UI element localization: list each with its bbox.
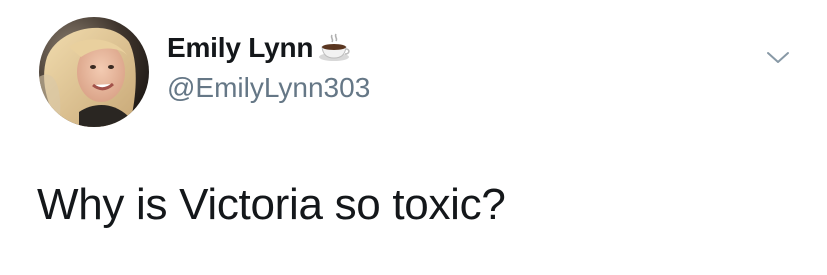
hot-beverage-emoji (317, 31, 351, 65)
user-handle[interactable]: @EmilyLynn303 (167, 72, 370, 104)
tweet-text: Why is Victoria so toxic? (37, 180, 506, 229)
tweet-card: Emily Lynn @EmilyLynn303 Why is Victoria… (0, 0, 827, 275)
avatar[interactable] (39, 17, 149, 127)
display-name[interactable]: Emily Lynn (167, 32, 314, 64)
name-row: Emily Lynn (167, 28, 351, 68)
chevron-down-icon[interactable] (761, 40, 795, 74)
